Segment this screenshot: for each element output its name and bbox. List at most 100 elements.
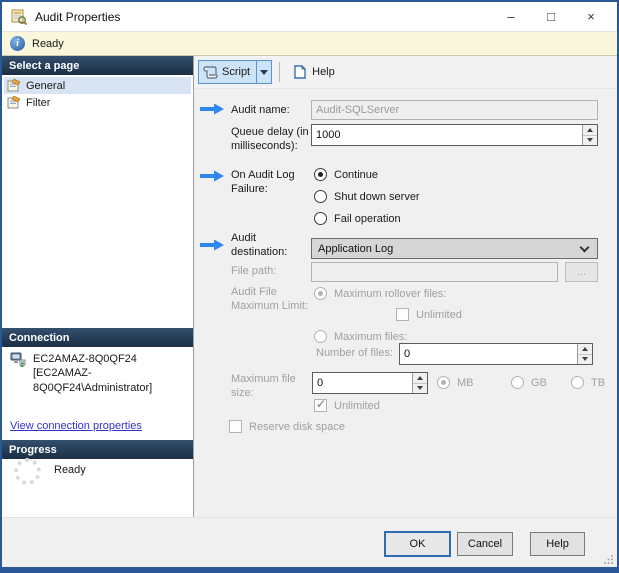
view-connection-properties-link[interactable]: View connection properties <box>10 420 142 432</box>
checkbox-unlimited-size: Unlimited <box>314 397 380 412</box>
radio-selected-icon <box>314 168 327 181</box>
select-a-page-header: Select a page <box>2 56 193 75</box>
ok-button[interactable]: OK <box>384 531 451 557</box>
radio-continue[interactable]: Continue <box>314 168 378 181</box>
connection-info: EC2AMAZ-8Q0QF24 [EC2AMAZ-8Q0QF24\Adminis… <box>10 352 187 395</box>
help-page-icon <box>294 65 307 79</box>
audit-name-field <box>311 100 598 120</box>
checkbox-reserve-label: Reserve disk space <box>249 420 345 433</box>
arrow-up-icon <box>417 375 423 380</box>
audit-destination-value: Application Log <box>318 242 394 255</box>
dialog-body: Select a page General Filter Connection … <box>2 56 617 517</box>
minimize-button[interactable]: – <box>491 2 531 32</box>
radio-gb-label: GB <box>531 376 547 389</box>
toolbar-separator <box>279 62 281 82</box>
number-of-files-spin-buttons <box>577 344 592 364</box>
script-button-label: Script <box>222 66 251 78</box>
arrow-down-icon <box>582 357 588 362</box>
blue-arrow-icon <box>200 103 224 115</box>
resize-grip[interactable] <box>604 554 614 564</box>
audit-destination-label: Audit destination: <box>231 232 288 258</box>
radio-selected-disabled-icon <box>437 376 450 389</box>
radio-fail-label: Fail operation <box>334 212 401 225</box>
radio-max-files-label: Maximum files: <box>334 330 408 343</box>
file-path-field <box>311 262 558 282</box>
audit-properties-dialog: Audit Properties – □ × i Ready Select a … <box>0 0 619 573</box>
toolbar: Script Help <box>194 56 617 89</box>
number-of-files-label: Number of files: <box>316 347 394 359</box>
radio-icon <box>314 190 327 203</box>
blue-arrow-icon <box>200 170 224 182</box>
number-of-files-field[interactable] <box>399 343 593 365</box>
arrow-up-icon <box>582 346 588 351</box>
radio-maximum-rollover-files: Maximum rollover files: <box>314 287 446 300</box>
maximize-button[interactable]: □ <box>531 2 571 32</box>
sidebar-item-filter[interactable]: Filter <box>4 94 191 111</box>
on-failure-label: On Audit Log Failure: <box>231 169 295 195</box>
checkbox-icon <box>396 308 409 321</box>
checkbox-unlimited-rollover: Unlimited <box>396 308 462 321</box>
radio-fail-operation[interactable]: Fail operation <box>314 212 401 225</box>
checkbox-unlimited-size-label: Unlimited <box>334 399 380 412</box>
spin-down-button[interactable] <box>583 135 597 145</box>
script-button[interactable]: Script <box>198 60 257 84</box>
page-icon <box>7 79 21 92</box>
max-file-size-field[interactable] <box>312 372 428 394</box>
sidebar-item-label: General <box>26 79 66 92</box>
radio-tb: TB <box>571 376 605 389</box>
spin-up-button[interactable] <box>583 125 597 136</box>
radio-mb: MB <box>437 376 474 389</box>
queue-delay-field[interactable] <box>311 124 598 146</box>
footer: OK Cancel Help <box>2 517 617 567</box>
radio-continue-label: Continue <box>334 168 379 181</box>
sidebar: Select a page General Filter Connection … <box>2 56 194 517</box>
audit-destination-dropdown[interactable]: Application Log <box>311 238 598 259</box>
status-text: Ready <box>32 37 64 50</box>
page-icon <box>7 96 21 109</box>
spin-up-button[interactable] <box>578 344 592 355</box>
max-file-size-spin-buttons <box>412 373 427 393</box>
server-connection-icon <box>10 352 26 367</box>
arrow-up-icon <box>587 127 593 132</box>
max-file-size-spinner <box>312 372 428 394</box>
arrow-down-icon <box>417 386 423 391</box>
main-pane: Script Help Audit name: Audit-SQLServer … <box>194 56 617 517</box>
info-icon: i <box>10 36 25 51</box>
blue-arrow-icon <box>200 239 224 251</box>
help-toolbar-label: Help <box>312 66 335 78</box>
radio-disabled-icon <box>571 376 584 389</box>
help-toolbar-button[interactable]: Help <box>287 60 341 84</box>
sidebar-item-general[interactable]: General <box>4 77 191 94</box>
cancel-button[interactable]: Cancel <box>457 532 513 556</box>
audit-app-icon <box>11 9 27 25</box>
chevron-down-icon <box>260 69 269 75</box>
script-dropdown-button[interactable] <box>256 60 273 84</box>
connection-text: EC2AMAZ-8Q0QF24 [EC2AMAZ-8Q0QF24\Adminis… <box>33 353 153 394</box>
checkbox-unlimited-label: Unlimited <box>416 308 462 321</box>
connection-header: Connection <box>2 328 193 347</box>
checkbox-checked-icon <box>314 397 327 412</box>
browse-button: ... <box>565 262 598 282</box>
radio-mb-label: MB <box>457 376 474 389</box>
radio-disabled-icon <box>314 330 327 343</box>
number-of-files-spinner <box>399 343 593 365</box>
checkbox-reserve-disk-space: Reserve disk space <box>229 420 345 433</box>
queue-delay-label: Queue delay (in milliseconds): <box>231 126 309 152</box>
chevron-down-icon <box>579 242 590 253</box>
queue-delay-spinner <box>311 124 598 146</box>
checkbox-icon <box>229 420 242 433</box>
radio-shut-down-server[interactable]: Shut down server <box>314 190 420 203</box>
queue-delay-spin-buttons <box>582 125 597 145</box>
help-button[interactable]: Help <box>530 532 585 556</box>
spin-down-button[interactable] <box>413 383 427 393</box>
radio-maximum-files: Maximum files: <box>314 330 407 343</box>
spin-down-button[interactable] <box>578 354 592 364</box>
close-button[interactable]: × <box>571 2 611 32</box>
script-scroll-icon <box>203 66 218 79</box>
title-bar: Audit Properties – □ × <box>2 2 617 32</box>
spin-up-button[interactable] <box>413 373 427 384</box>
progress-status: Ready <box>54 464 86 476</box>
file-path-label: File path: <box>231 265 277 277</box>
radio-tb-label: TB <box>591 376 606 389</box>
audit-name-label: Audit name: <box>231 104 290 116</box>
